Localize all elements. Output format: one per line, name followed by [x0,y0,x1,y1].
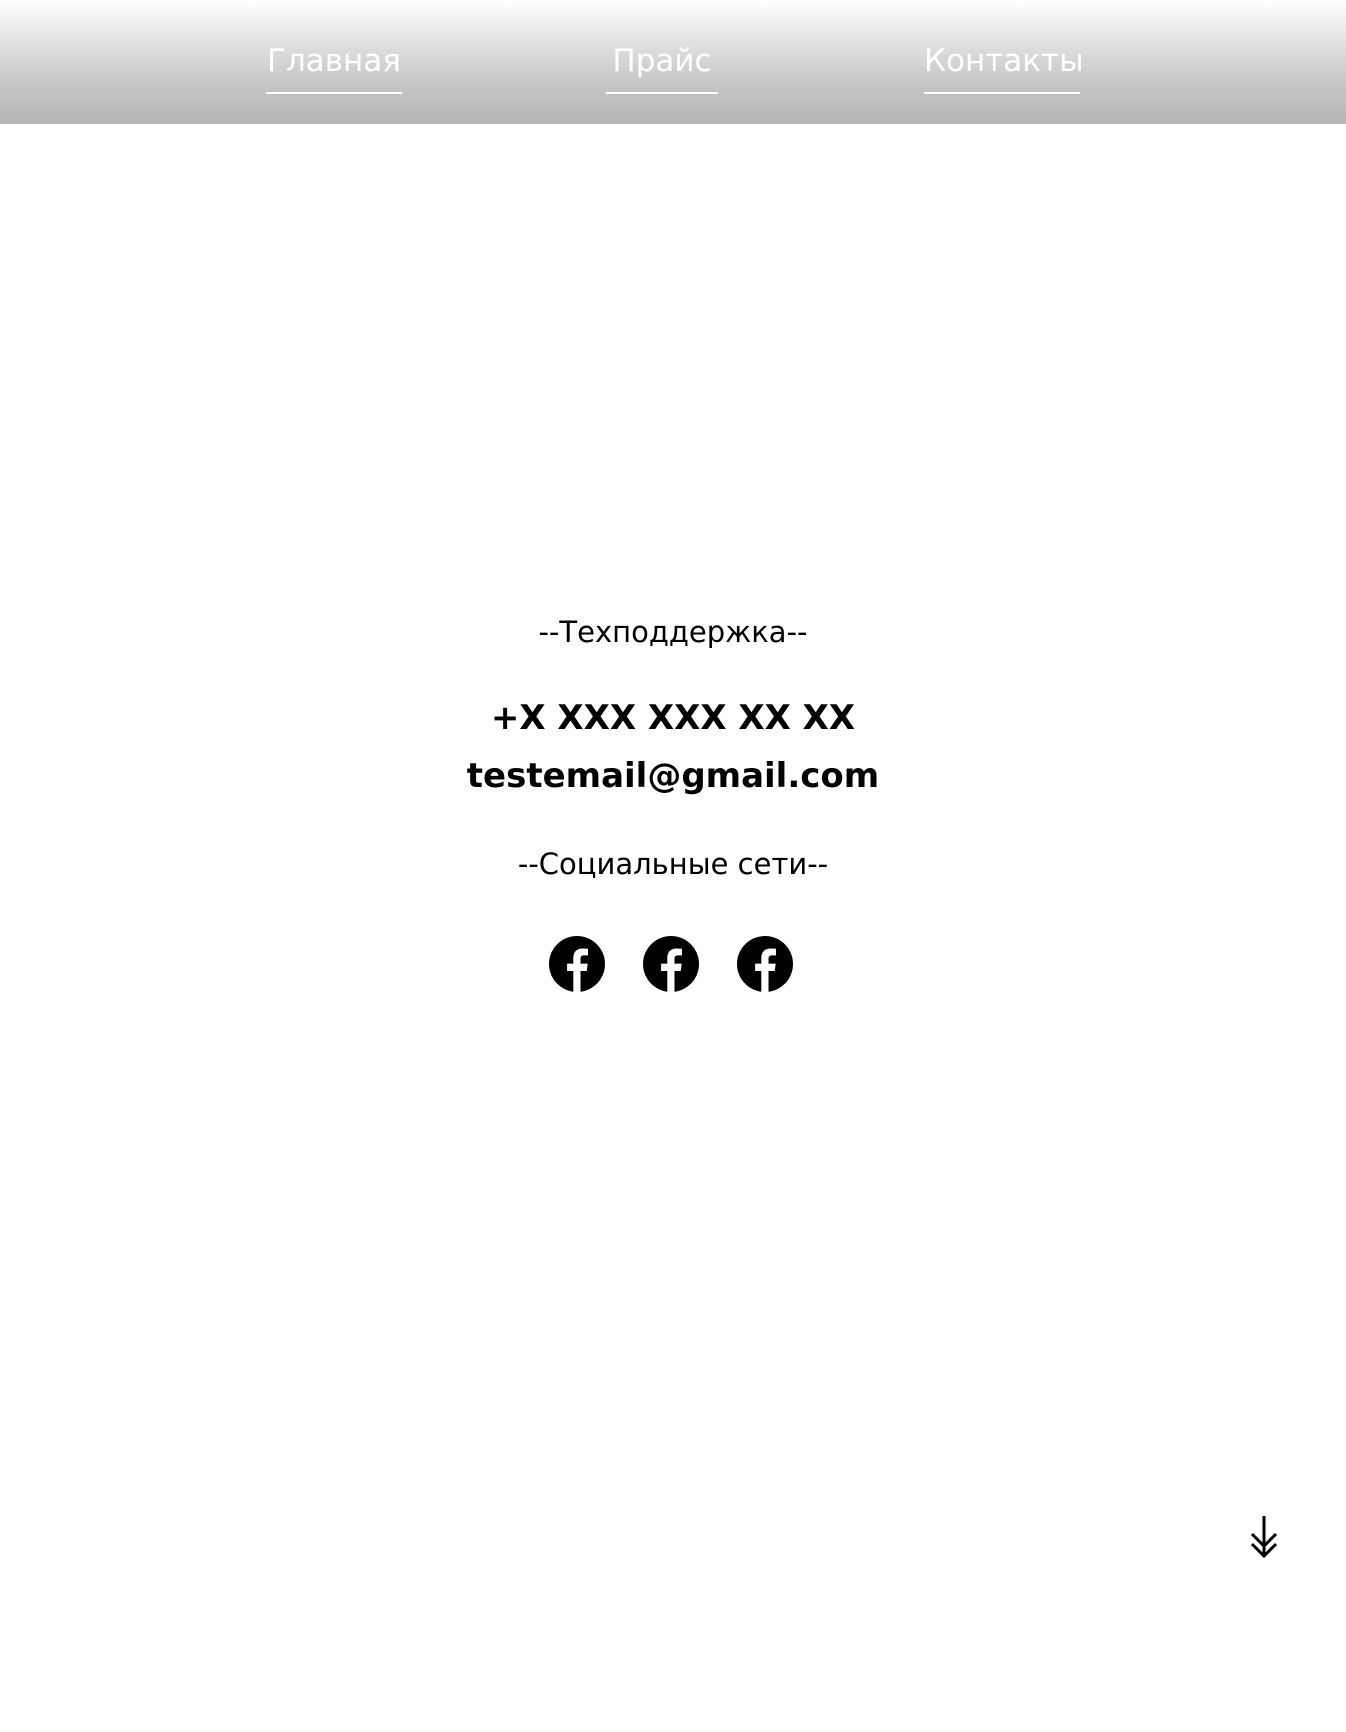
social-links [549,936,795,994]
scroll-down-button[interactable] [1246,1514,1282,1560]
social-link-facebook-2[interactable] [643,936,699,992]
facebook-icon [549,936,605,992]
facebook-icon [643,936,699,992]
support-phone[interactable]: +X XXX XXX XX XX [0,696,1346,740]
support-heading: --Техподдержка-- [538,615,808,649]
social-link-facebook-3[interactable] [737,936,793,992]
social-heading: --Социальные сети-- [517,847,829,881]
support-email[interactable]: testemail@gmail.com [0,754,1346,798]
nav-link-price[interactable]: Прайс [606,40,718,94]
facebook-icon [737,936,793,992]
top-navigation: Главная Прайс Контакты [0,0,1346,124]
nav-link-home[interactable]: Главная [266,40,402,94]
social-link-facebook-1[interactable] [549,936,605,992]
arrow-down-icon [1250,1516,1278,1559]
nav-link-contacts[interactable]: Контакты [924,40,1084,94]
